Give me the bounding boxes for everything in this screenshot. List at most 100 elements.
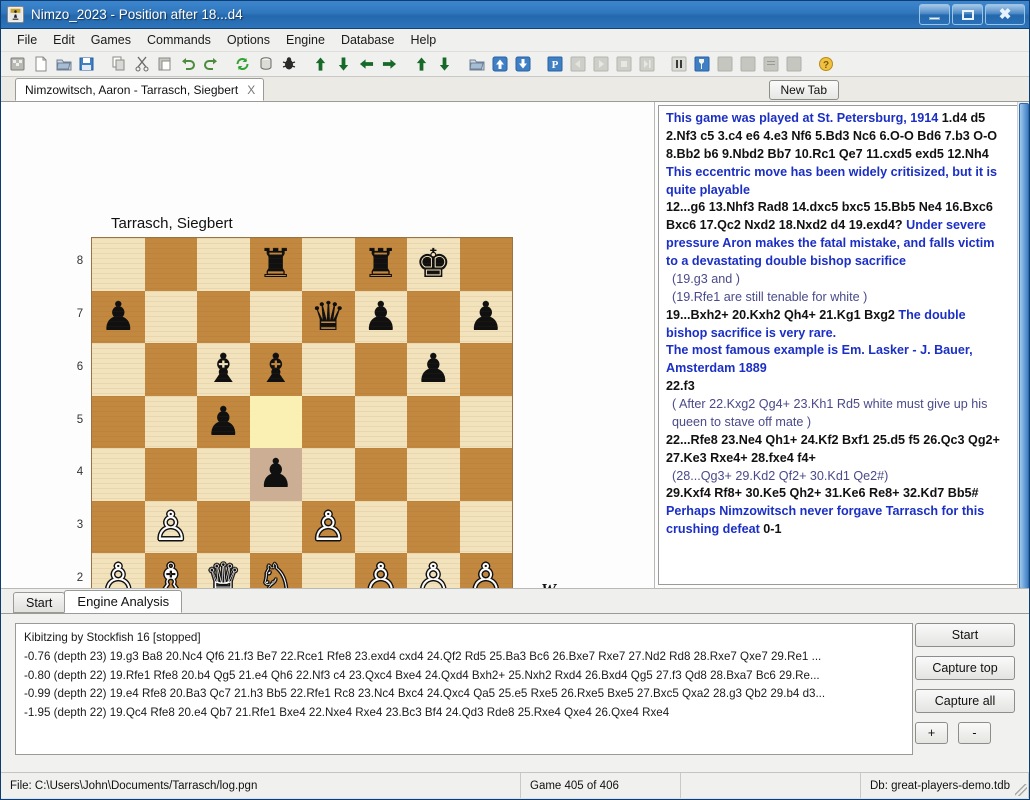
board-square-f4[interactable] xyxy=(354,448,407,501)
board-square-h6[interactable] xyxy=(459,343,512,396)
board-square-e7[interactable]: ♛ xyxy=(302,290,355,344)
black-pawn-h7[interactable]: ♟ xyxy=(460,291,513,344)
open-game-icon[interactable] xyxy=(466,55,487,74)
next-game-icon[interactable] xyxy=(636,55,657,74)
black-pawn-c5[interactable]: ♟ xyxy=(197,396,250,449)
paste-icon[interactable] xyxy=(154,55,175,74)
board-square-a7[interactable]: ♟ xyxy=(92,290,145,343)
notation-moves-14[interactable]: 29.Kxf4 Rf8+ 30.Ke5 Qh2+ 31.Ke6 Re8+ 32.… xyxy=(666,486,979,500)
board-square-f6[interactable] xyxy=(354,343,407,396)
engine-analysis-output[interactable]: Kibitzing by Stockfish 16 [stopped] -0.7… xyxy=(15,623,913,755)
capture-all-button[interactable]: Capture all xyxy=(915,689,1015,713)
notation-comment-2[interactable]: This eccentric move has been widely crit… xyxy=(666,165,997,197)
step-back-icon[interactable] xyxy=(567,55,588,74)
move-up-icon[interactable] xyxy=(310,55,331,74)
menu-engine[interactable]: Engine xyxy=(278,30,333,50)
tab-start[interactable]: Start xyxy=(13,592,66,613)
board-square-g8[interactable]: ♚ xyxy=(407,238,460,291)
board-square-h7[interactable]: ♟ xyxy=(459,290,513,344)
notation-moves-10[interactable]: 22.f3 xyxy=(666,379,695,393)
database-icon[interactable] xyxy=(255,55,276,74)
menu-help[interactable]: Help xyxy=(402,30,444,50)
board-square-g3[interactable] xyxy=(407,500,460,553)
notation-scrollbar[interactable] xyxy=(1017,102,1029,589)
blank4-icon[interactable] xyxy=(783,55,804,74)
board-square-a3[interactable] xyxy=(92,500,145,553)
board-square-d5[interactable] xyxy=(249,395,302,448)
board-square-e3[interactable]: ♙ xyxy=(302,500,355,554)
new-tab-button[interactable]: New Tab xyxy=(768,80,839,100)
board-square-b6[interactable] xyxy=(144,343,197,396)
pause-icon[interactable] xyxy=(668,55,689,74)
board-square-b3[interactable]: ♙ xyxy=(144,500,198,554)
black-bishop-c6[interactable]: ♝ xyxy=(197,343,250,396)
notation-moves-12[interactable]: 22...Rfe8 23.Ne4 Qh1+ 24.Kf2 Bxf1 25.d5 … xyxy=(666,433,1000,465)
move-forward-icon[interactable] xyxy=(379,55,400,74)
notation-moves-7[interactable]: 19...Bxh2+ 20.Kxh2 Qh4+ 21.Kg1 Bxg2 xyxy=(666,308,898,322)
board-square-c5[interactable]: ♟ xyxy=(197,395,250,449)
board-square-e4[interactable] xyxy=(302,448,355,501)
move-back-icon[interactable] xyxy=(356,55,377,74)
black-pawn-f7[interactable]: ♟ xyxy=(355,291,408,344)
notation-scrollbar-thumb[interactable] xyxy=(1019,103,1029,589)
board-square-e8[interactable] xyxy=(302,238,355,291)
board-square-a5[interactable] xyxy=(92,395,145,448)
white-pawn-b3[interactable]: ♙ xyxy=(145,501,198,554)
board-square-b5[interactable] xyxy=(144,395,197,448)
white-pawn-e3[interactable]: ♙ xyxy=(302,501,355,554)
board-square-g4[interactable] xyxy=(407,448,460,501)
engine-line-2[interactable]: -0.80 (depth 22) 19.Rfe1 Rfe8 20.b4 Qg5 … xyxy=(24,667,904,686)
kibitz-icon[interactable] xyxy=(691,55,712,74)
play-icon[interactable] xyxy=(590,55,611,74)
notation-text[interactable]: This game was played at St. Petersburg, … xyxy=(658,105,1026,585)
black-pawn-d4[interactable]: ♟ xyxy=(250,448,303,501)
board-square-c6[interactable]: ♝ xyxy=(197,343,250,396)
black-pawn-g6[interactable]: ♟ xyxy=(407,343,460,396)
engine-line-3[interactable]: -0.99 (depth 22) 19.e4 Rfe8 20.Ba3 Qc7 2… xyxy=(24,685,904,704)
board-square-a8[interactable] xyxy=(92,238,145,291)
open-file-icon[interactable] xyxy=(53,55,74,74)
notation-comment-9[interactable]: The most famous example is Em. Lasker - … xyxy=(666,343,973,375)
decrease-button[interactable]: - xyxy=(958,722,991,744)
menu-database[interactable]: Database xyxy=(333,30,403,50)
black-queen-e7[interactable]: ♛ xyxy=(302,291,355,344)
board-square-d3[interactable] xyxy=(249,500,302,553)
board-square-g5[interactable] xyxy=(407,395,460,448)
move-down-icon[interactable] xyxy=(333,55,354,74)
resize-grip-icon[interactable] xyxy=(1015,784,1027,796)
menu-options[interactable]: Options xyxy=(219,30,278,50)
new-board-icon[interactable] xyxy=(7,55,28,74)
copy-icon[interactable] xyxy=(108,55,129,74)
board-square-d4[interactable]: ♟ xyxy=(249,448,303,501)
board-square-d8[interactable]: ♜ xyxy=(249,238,302,291)
increase-button[interactable]: + xyxy=(915,722,948,744)
black-king-g8[interactable]: ♚ xyxy=(407,238,460,291)
notation-comment-0[interactable]: This game was played at St. Petersburg, … xyxy=(666,111,942,125)
notation-variation-11[interactable]: ( After 22.Kxg2 Qg4+ 23.Kh1 Rd5 white mu… xyxy=(672,397,987,429)
cut-icon[interactable] xyxy=(131,55,152,74)
board-square-f3[interactable] xyxy=(354,500,407,553)
demote-down-icon[interactable] xyxy=(512,55,533,74)
board-square-d6[interactable]: ♝ xyxy=(249,343,303,396)
maximize-button[interactable] xyxy=(952,4,983,25)
menu-file[interactable]: File xyxy=(9,30,45,50)
black-bishop-d6[interactable]: ♝ xyxy=(250,343,303,396)
notation-variation-13[interactable]: (28...Qg3+ 29.Kd2 Qf2+ 30.Kd1 Qe2#) xyxy=(672,469,888,483)
help-about-icon[interactable]: ? xyxy=(815,55,836,74)
notation-variation-5[interactable]: (19.g3 and ) xyxy=(672,272,740,286)
board-square-f5[interactable] xyxy=(354,395,407,448)
close-button[interactable]: ✖ xyxy=(985,4,1025,25)
board-square-e6[interactable] xyxy=(302,343,355,396)
board-square-e5[interactable] xyxy=(302,395,355,448)
board-square-g6[interactable]: ♟ xyxy=(407,343,460,396)
new-file-icon[interactable] xyxy=(30,55,51,74)
menu-edit[interactable]: Edit xyxy=(45,30,83,50)
go-start-icon[interactable] xyxy=(411,55,432,74)
blank3-icon[interactable] xyxy=(760,55,781,74)
board-square-c7[interactable] xyxy=(197,290,250,343)
engine-line-4[interactable]: -1.95 (depth 22) 19.Qc4 Rfe8 20.e4 Qb7 2… xyxy=(24,704,904,723)
board-square-h3[interactable] xyxy=(459,500,512,553)
redo-icon[interactable] xyxy=(200,55,221,74)
stop-icon[interactable] xyxy=(613,55,634,74)
board-square-h8[interactable] xyxy=(459,238,512,291)
